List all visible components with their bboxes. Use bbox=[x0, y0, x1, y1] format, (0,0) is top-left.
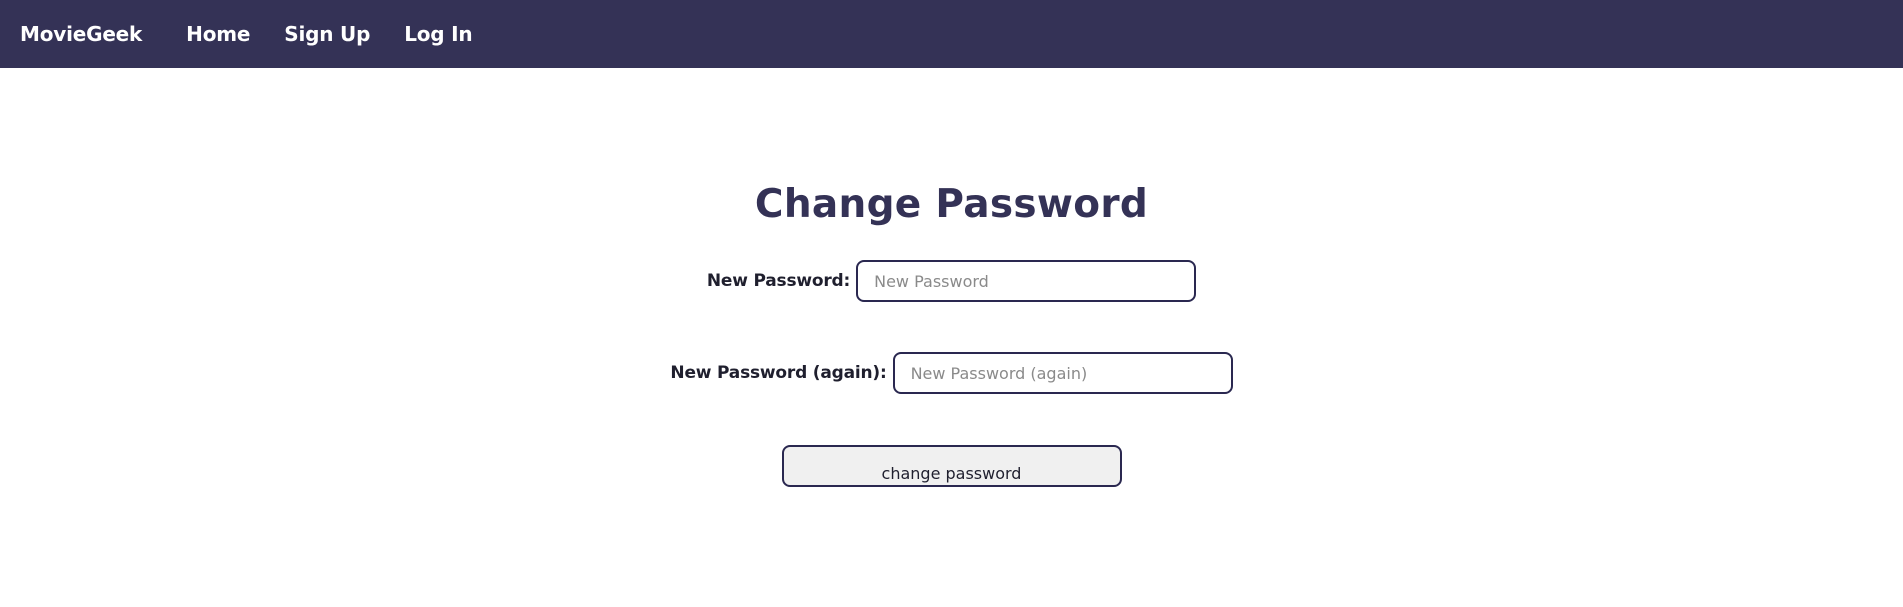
new-password-again-label: New Password (again): bbox=[670, 363, 887, 383]
new-password-label: New Password: bbox=[706, 271, 851, 291]
main-content: Change Password New Password: New Passwo… bbox=[0, 68, 1903, 607]
new-password-again-input[interactable] bbox=[892, 352, 1233, 394]
new-password-input[interactable] bbox=[856, 260, 1197, 302]
top-navbar: MovieGeek Home Sign Up Log In bbox=[0, 0, 1903, 68]
brand-link[interactable]: MovieGeek bbox=[20, 22, 142, 46]
nav-link-home[interactable]: Home bbox=[186, 22, 250, 46]
new-password-row: New Password: bbox=[0, 260, 1903, 302]
nav-link-log-in[interactable]: Log In bbox=[404, 22, 472, 46]
new-password-again-row: New Password (again): bbox=[0, 352, 1903, 394]
submit-wrap: change password bbox=[0, 445, 1903, 487]
nav-link-sign-up[interactable]: Sign Up bbox=[284, 22, 370, 46]
page-title: Change Password bbox=[754, 182, 1149, 227]
change-password-button[interactable]: change password bbox=[781, 445, 1122, 487]
